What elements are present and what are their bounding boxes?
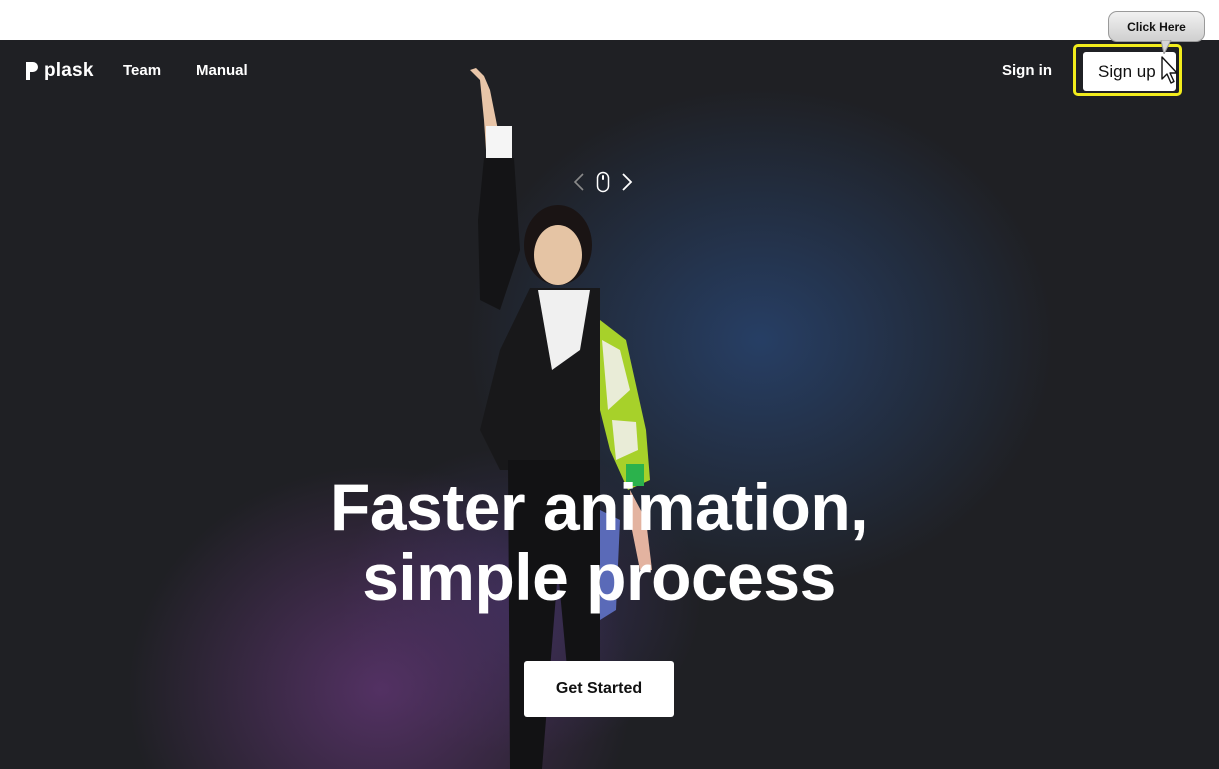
mouse-cursor-icon: [1161, 56, 1178, 84]
nav-link-team[interactable]: Team: [123, 62, 161, 79]
sign-in-link[interactable]: Sign in: [1002, 62, 1052, 79]
chevron-left-icon[interactable]: [573, 172, 585, 192]
top-navigation: plask Team Manual Sign in Sign up: [0, 40, 1219, 104]
plask-logo[interactable]: plask: [24, 58, 94, 84]
click-here-tooltip: Click Here: [1108, 11, 1205, 42]
top-blank-strip: [0, 0, 1219, 40]
plask-logo-icon: [26, 62, 38, 80]
nav-link-manual[interactable]: Manual: [196, 62, 248, 79]
hero-headline: Faster animation, simple process: [0, 472, 1198, 612]
hero-headline-line-2: simple process: [362, 540, 836, 614]
hero-headline-line-1: Faster animation,: [330, 470, 868, 544]
mouse-icon: [596, 171, 610, 193]
chevron-right-icon[interactable]: [621, 172, 633, 192]
hero-section: plask Team Manual Sign in Sign up Faster…: [0, 40, 1219, 769]
logo-text: plask: [44, 60, 94, 81]
get-started-button[interactable]: Get Started: [524, 661, 674, 717]
carousel-controls: [573, 170, 633, 194]
tooltip-tail: [1160, 40, 1172, 54]
